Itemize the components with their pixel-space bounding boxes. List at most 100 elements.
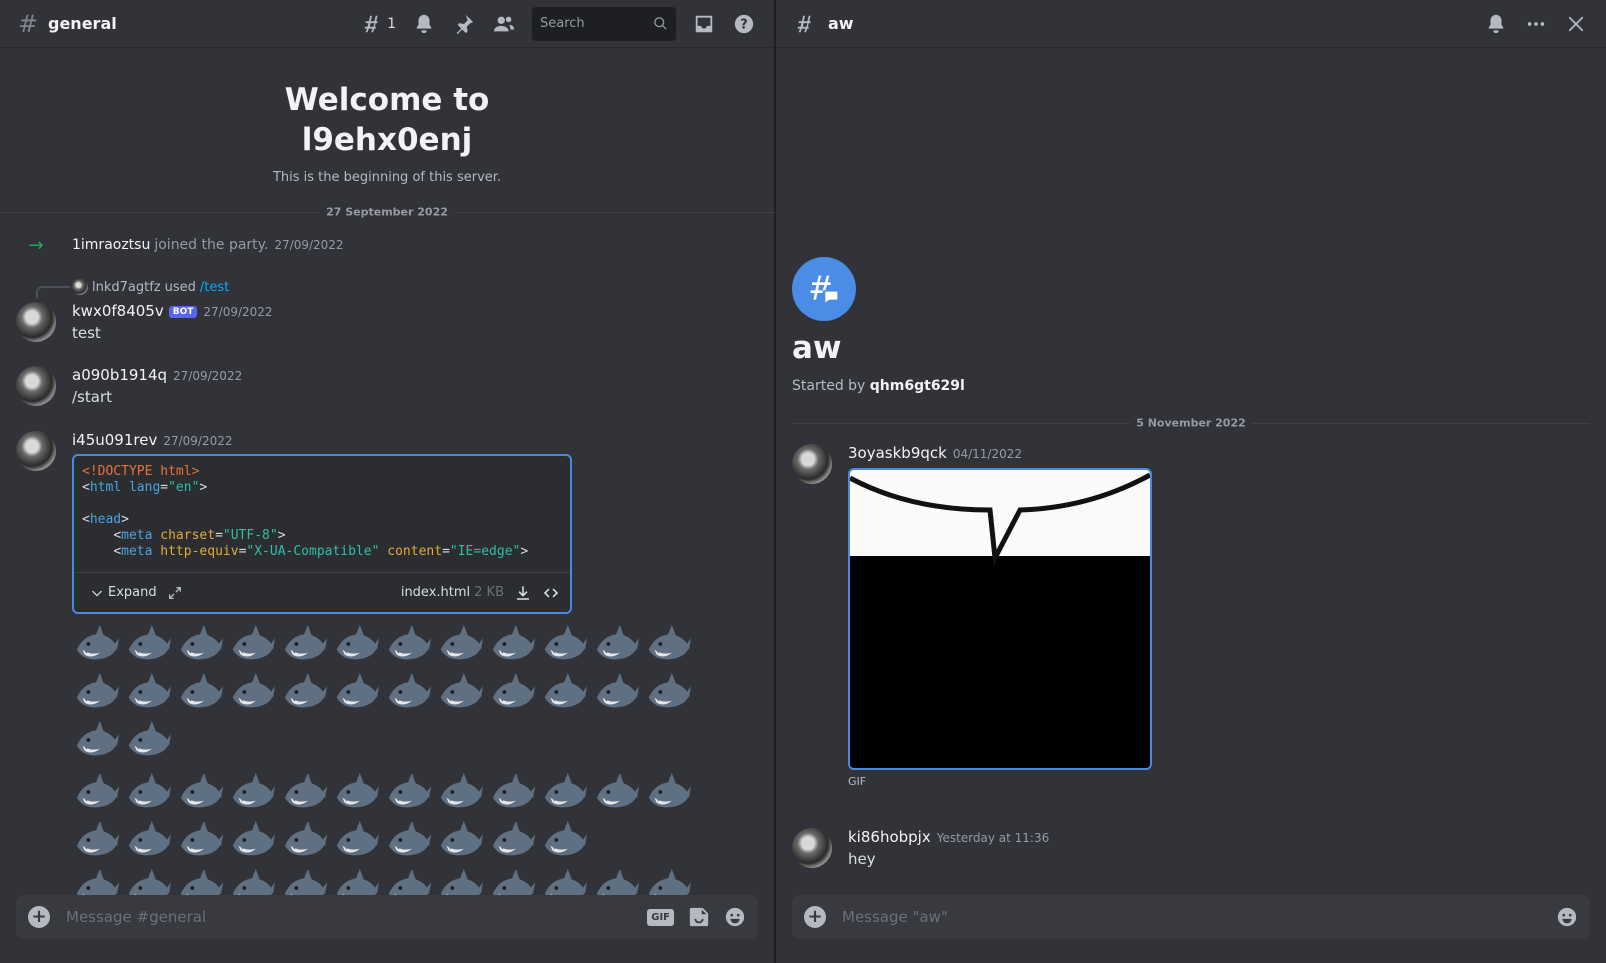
shark-emoji-icon[interactable] [280,816,328,864]
command-reply[interactable]: lnkd7agtfz used /test [72,279,229,295]
shark-emoji-icon[interactable] [72,716,120,764]
shark-emoji-icon[interactable] [124,716,172,764]
member-list-icon[interactable] [492,12,516,36]
shark-emoji-icon[interactable] [176,816,224,864]
shark-emoji-icon[interactable] [176,620,224,668]
fullscreen-icon[interactable] [167,585,183,601]
avatar[interactable] [16,302,56,342]
shark-emoji-icon[interactable] [592,668,640,716]
shark-emoji-icon[interactable] [280,768,328,816]
add-attachment-button[interactable]: + [804,906,826,928]
message-author[interactable]: kwx0f8405v [72,302,164,320]
shark-emoji-icon[interactable] [540,768,588,816]
shark-emoji-icon[interactable] [332,668,380,716]
shark-emoji-icon[interactable] [124,668,172,716]
message-input[interactable]: Message #general [66,908,633,926]
threads-icon[interactable] [361,12,385,36]
shark-emoji-icon[interactable] [436,768,484,816]
shark-emoji-icon[interactable] [228,864,276,895]
shark-emoji-icon[interactable] [228,620,276,668]
shark-emoji-icon[interactable] [644,668,692,716]
shark-emoji-icon[interactable] [488,768,536,816]
shark-emoji-icon[interactable] [592,864,640,895]
shark-emoji-icon[interactable] [384,816,432,864]
shark-emoji-icon[interactable] [280,668,328,716]
shark-emoji-icon[interactable] [488,620,536,668]
shark-emoji-icon[interactable] [540,668,588,716]
message-author[interactable]: 3oyaskb9qck [848,444,947,462]
message-composer[interactable]: + Message #general GIF [16,895,758,939]
shark-emoji-icon[interactable] [176,864,224,895]
shark-emoji-icon[interactable] [72,768,120,816]
shark-emoji-icon[interactable] [72,864,120,895]
gif-picker-button[interactable]: GIF [647,908,674,926]
avatar[interactable] [16,366,56,406]
avatar[interactable] [792,828,832,868]
shark-emoji-icon[interactable] [488,864,536,895]
shark-emoji-icon[interactable] [332,620,380,668]
shark-emoji-icon[interactable] [644,864,692,895]
view-code-icon[interactable] [542,584,560,602]
shark-emoji-icon[interactable] [488,668,536,716]
shark-emoji-icon[interactable] [72,668,120,716]
shark-emoji-icon[interactable] [540,864,588,895]
close-icon[interactable] [1564,12,1588,36]
shark-emoji-icon[interactable] [332,768,380,816]
expand-button[interactable]: Expand [90,585,157,600]
thread-message-input[interactable]: Message "aw" [842,908,1542,926]
sticker-icon[interactable] [688,906,710,928]
shark-emoji-icon[interactable] [436,668,484,716]
message-author[interactable]: i45u091rev [72,431,157,449]
shark-emoji-icon[interactable] [592,620,640,668]
shark-emoji-icon[interactable] [644,620,692,668]
shark-emoji-icon[interactable] [436,864,484,895]
message-author[interactable]: ki86hobpjx [848,828,931,846]
download-icon[interactable] [514,584,532,602]
shark-emoji-icon[interactable] [332,864,380,895]
shark-emoji-icon[interactable] [280,864,328,895]
inbox-icon[interactable] [692,12,716,36]
shark-emoji-icon[interactable] [124,768,172,816]
notification-bell-icon[interactable] [1484,12,1508,36]
notification-bell-icon[interactable] [412,12,436,36]
shark-emoji-icon[interactable] [280,620,328,668]
search-input[interactable]: Search [532,6,676,41]
shark-emoji-icon[interactable] [384,768,432,816]
pin-icon[interactable] [452,12,476,36]
help-icon[interactable]: ? [732,12,756,36]
avatar[interactable] [16,431,56,471]
shark-emoji-icon[interactable] [124,864,172,895]
emoji-icon[interactable] [1556,906,1578,928]
shark-emoji-icon[interactable] [228,816,276,864]
shark-emoji-icon[interactable] [384,620,432,668]
shark-emoji-icon[interactable] [124,620,172,668]
join-username[interactable]: 1imraoztsu [72,237,150,253]
shark-emoji-icon[interactable] [540,816,588,864]
shark-emoji-icon[interactable] [72,620,120,668]
starter-username[interactable]: qhm6gt629l [870,378,965,394]
shark-emoji-icon[interactable] [436,620,484,668]
reply-command[interactable]: /test [200,280,229,295]
reply-username[interactable]: lnkd7agtfz [92,280,161,295]
shark-emoji-icon[interactable] [644,768,692,816]
thread-composer[interactable]: + Message "aw" [792,895,1590,939]
shark-emoji-icon[interactable] [332,816,380,864]
shark-emoji-icon[interactable] [540,620,588,668]
shark-emoji-icon[interactable] [384,668,432,716]
message-author[interactable]: a090b1914q [72,366,167,384]
avatar[interactable] [792,444,832,484]
shark-emoji-icon[interactable] [124,816,172,864]
shark-emoji-icon[interactable] [176,768,224,816]
shark-emoji-icon[interactable] [176,668,224,716]
shark-emoji-icon[interactable] [384,864,432,895]
gif-attachment[interactable] [848,468,1152,770]
shark-emoji-icon[interactable] [488,816,536,864]
emoji-icon[interactable] [724,906,746,928]
shark-emoji-icon[interactable] [436,816,484,864]
shark-emoji-icon[interactable] [72,816,120,864]
shark-emoji-icon[interactable] [228,768,276,816]
shark-emoji-icon[interactable] [592,768,640,816]
code-attachment[interactable]: <!DOCTYPE html> <html lang="en"> <head> … [72,454,572,614]
more-options-icon[interactable] [1524,12,1548,36]
add-attachment-button[interactable]: + [28,906,50,928]
